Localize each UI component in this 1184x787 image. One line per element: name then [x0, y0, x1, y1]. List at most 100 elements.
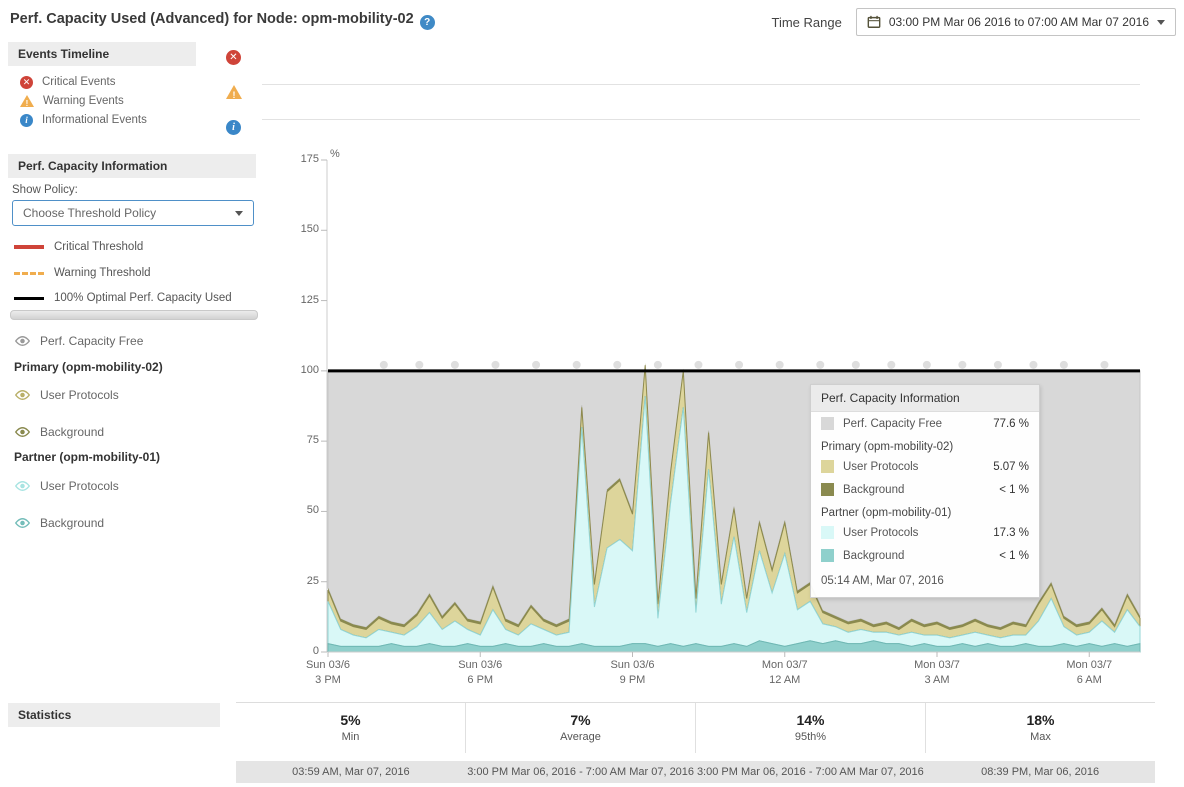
muted-event-markers	[380, 361, 1109, 369]
muted-event-marker	[958, 361, 966, 369]
chevron-down-icon	[1157, 20, 1165, 25]
legend-warning-threshold: Warning Threshold	[14, 266, 151, 280]
stat-max: 18% Max	[925, 703, 1155, 753]
eye-icon	[14, 480, 31, 492]
time-range-value: 03:00 PM Mar 06 2016 to 07:00 AM Mar 07 …	[889, 15, 1149, 29]
y-axis-tick-label: 100	[283, 364, 319, 376]
partner-background-swatch	[821, 549, 834, 562]
stat-min-detail: 03:59 AM, Mar 07, 2016	[236, 766, 466, 778]
legend-critical-events: ✕ Critical Events	[20, 74, 116, 90]
legend-informational-events: i Informational Events	[20, 112, 147, 128]
x-axis-tick-label: Mon 03/73 AM	[892, 658, 982, 688]
y-axis-tick-label: 50	[283, 504, 319, 516]
threshold-policy-value: Choose Threshold Policy	[23, 206, 235, 220]
tooltip-row: Background < 1 %	[811, 544, 1039, 567]
series-toggle-partner-user-protocols[interactable]: User Protocols	[14, 477, 119, 495]
stat-min: 5% Min	[236, 703, 465, 753]
threshold-policy-dropdown[interactable]: Choose Threshold Policy	[12, 200, 254, 226]
muted-event-marker	[573, 361, 581, 369]
informational-event-icon: i	[20, 114, 33, 127]
legend-warning-events: ! Warning Events	[20, 93, 124, 109]
legend-critical-threshold: Critical Threshold	[14, 240, 143, 254]
partner-background-area	[328, 641, 1140, 652]
muted-event-marker	[887, 361, 895, 369]
events-lane-divider	[262, 119, 1140, 120]
x-axis-tick-label: Mon 03/712 AM	[740, 658, 830, 688]
x-axis-tick-label: Sun 03/63 PM	[283, 658, 373, 688]
statistics-values-row: 5% Min 7% Average 14% 95th% 18% Max	[236, 703, 1155, 753]
warning-threshold-line-sample	[14, 272, 44, 275]
calendar-icon	[867, 15, 881, 29]
tooltip-group-label: Primary (opm-mobility-02)	[811, 435, 1039, 455]
help-icon[interactable]: ?	[420, 15, 435, 30]
muted-event-marker	[852, 361, 860, 369]
y-axis-unit-label: %	[330, 148, 340, 160]
muted-event-marker	[694, 361, 702, 369]
partner-user-swatch	[821, 526, 834, 539]
muted-event-marker	[415, 361, 423, 369]
muted-event-marker	[613, 361, 621, 369]
perf-capacity-panel-header: Perf. Capacity Information	[8, 154, 256, 178]
tooltip-title: Perf. Capacity Information	[811, 385, 1039, 412]
time-range-label: Time Range	[772, 15, 842, 30]
primary-background-swatch	[821, 483, 834, 496]
statistics-panel: 5% Min 7% Average 14% 95th% 18% Max 03:5…	[236, 702, 1155, 783]
stat-95th-percentile: 14% 95th%	[695, 703, 925, 753]
events-lane-divider	[262, 84, 1140, 85]
tooltip-row: User Protocols 17.3 %	[811, 521, 1039, 544]
muted-event-marker	[816, 361, 824, 369]
tooltip-row: Background < 1 %	[811, 478, 1039, 501]
muted-event-marker	[380, 361, 388, 369]
muted-event-marker	[735, 361, 743, 369]
series-toggle-perf-capacity-free[interactable]: Perf. Capacity Free	[14, 332, 143, 350]
eye-icon	[14, 426, 31, 438]
critical-event-icon: ✕	[20, 76, 33, 89]
muted-event-marker	[532, 361, 540, 369]
muted-event-marker	[1100, 361, 1108, 369]
sidebar: Events Timeline ✕ Critical Events ! Warn…	[8, 42, 258, 642]
muted-event-marker	[923, 361, 931, 369]
x-axis-tick-label: Sun 03/69 PM	[588, 658, 678, 688]
series-toggle-primary-background[interactable]: Background	[14, 423, 104, 441]
tooltip-timestamp: 05:14 AM, Mar 07, 2016	[811, 567, 1039, 597]
series-toggle-primary-user-protocols[interactable]: User Protocols	[14, 386, 119, 404]
muted-event-marker	[776, 361, 784, 369]
tooltip-row: Perf. Capacity Free 77.6 %	[811, 412, 1039, 435]
series-toggle-partner-background[interactable]: Background	[14, 514, 104, 532]
muted-event-marker	[451, 361, 459, 369]
y-axis-tick-label: 150	[283, 223, 319, 235]
perf-capacity-page: Perf. Capacity Used (Advanced) for Node:…	[0, 0, 1184, 787]
x-axis-tick-label: Sun 03/66 PM	[435, 658, 525, 688]
statistics-details-row: 03:59 AM, Mar 07, 2016 3:00 PM Mar 06, 2…	[236, 761, 1155, 783]
muted-event-marker	[491, 361, 499, 369]
time-range-group: Time Range 03:00 PM Mar 06 2016 to 07:00…	[772, 8, 1177, 36]
partner-node-group-label: Partner (opm-mobility-01)	[14, 450, 160, 464]
y-axis-tick-label: 175	[283, 153, 319, 165]
muted-event-marker	[654, 361, 662, 369]
stat-average-detail: 3:00 PM Mar 06, 2016 - 7:00 AM Mar 07, 2…	[466, 766, 696, 778]
page-header: Perf. Capacity Used (Advanced) for Node:…	[0, 0, 1184, 40]
x-axis-tick-label: Mon 03/76 AM	[1044, 658, 1134, 688]
eye-icon	[14, 389, 31, 401]
y-axis-tick-label: 25	[283, 575, 319, 587]
page-title: Perf. Capacity Used (Advanced) for Node:…	[10, 11, 435, 30]
sidebar-scrollbar[interactable]	[10, 310, 258, 320]
y-axis-tick-label: 125	[283, 294, 319, 306]
optimal-threshold-line-sample	[14, 297, 44, 300]
events-timeline-panel-header: Events Timeline	[8, 42, 196, 66]
primary-user-swatch	[821, 460, 834, 473]
critical-threshold-line-sample	[14, 245, 44, 249]
chart-tooltip: Perf. Capacity Information Perf. Capacit…	[810, 384, 1040, 598]
tooltip-row: User Protocols 5.07 %	[811, 455, 1039, 478]
primary-node-group-label: Primary (opm-mobility-02)	[14, 360, 163, 374]
warning-event-icon: !	[20, 95, 34, 107]
chevron-down-icon	[235, 211, 243, 216]
free-capacity-swatch	[821, 417, 834, 430]
eye-icon	[14, 335, 31, 347]
muted-event-marker	[1029, 361, 1037, 369]
stat-95th-detail: 3:00 PM Mar 06, 2016 - 7:00 AM Mar 07, 2…	[696, 766, 926, 778]
time-range-picker[interactable]: 03:00 PM Mar 06 2016 to 07:00 AM Mar 07 …	[856, 8, 1176, 36]
muted-event-marker	[1060, 361, 1068, 369]
eye-icon	[14, 517, 31, 529]
show-policy-label: Show Policy:	[12, 184, 78, 196]
